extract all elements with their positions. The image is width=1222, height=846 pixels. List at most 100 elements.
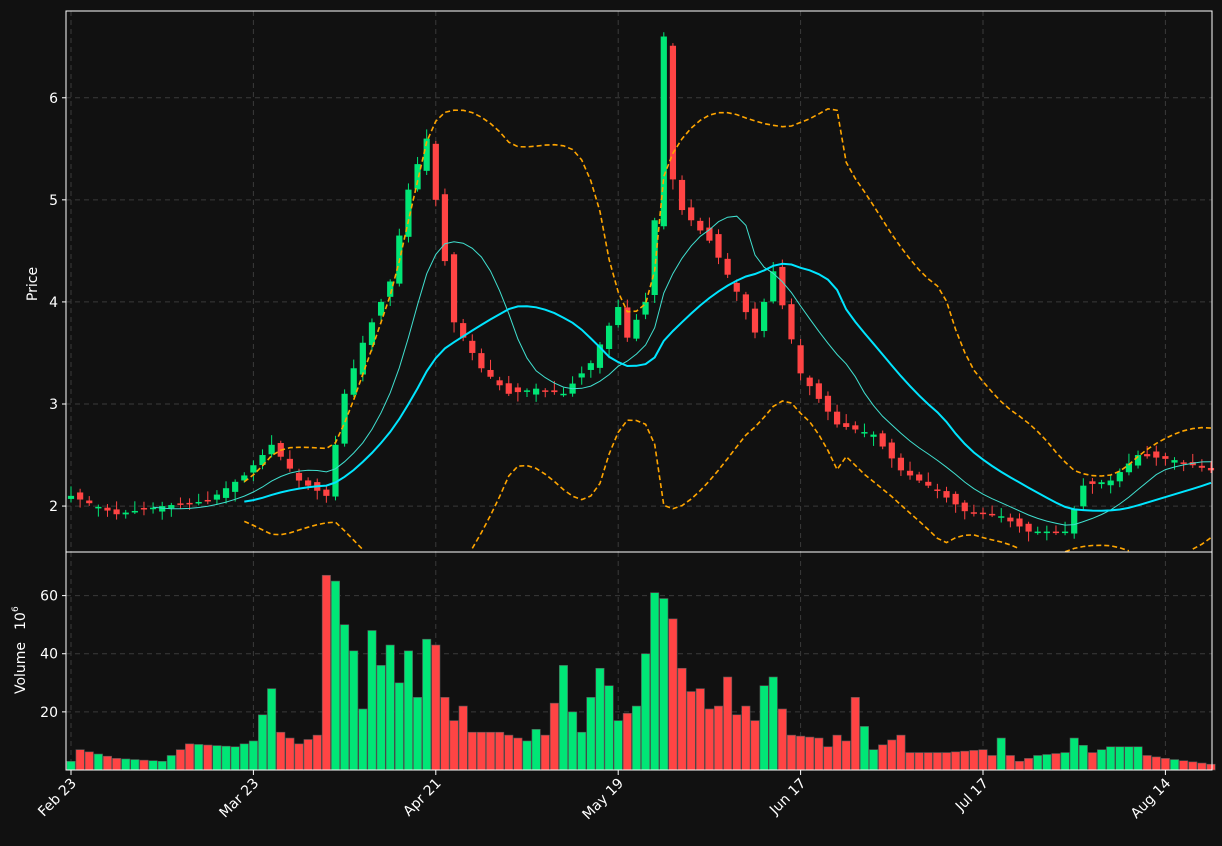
candle-body [122, 512, 129, 515]
candle-body [77, 492, 84, 500]
volume-bar [413, 697, 423, 771]
candle-body [897, 457, 905, 471]
volume-bar [677, 667, 687, 771]
volume-bar [604, 685, 614, 771]
volume-bar [905, 752, 915, 771]
candle-body [943, 491, 950, 498]
candle-body [916, 474, 923, 481]
volume-bar [522, 740, 532, 771]
volume-bar [695, 688, 705, 771]
candle-body [195, 501, 202, 504]
volume-bar [622, 713, 632, 771]
volume-bar [531, 729, 541, 771]
volume-bar [631, 705, 641, 771]
volume-bar [112, 758, 122, 771]
candle-body [852, 425, 859, 430]
candle-body [715, 234, 722, 258]
volume-bar [1051, 753, 1061, 771]
volume-bar [66, 760, 76, 771]
volume-bar [367, 630, 377, 771]
candle-body [523, 390, 531, 392]
candle-body [496, 380, 503, 386]
candle-body [925, 481, 932, 486]
candle-body [232, 481, 239, 492]
volume-bar [1170, 759, 1180, 771]
candle-body [961, 502, 968, 512]
candle-body [952, 493, 959, 505]
candle-body [104, 507, 111, 511]
volume-bar [440, 697, 450, 771]
candle-body [505, 383, 512, 394]
candle-body [587, 363, 594, 370]
candle-body [1007, 517, 1014, 522]
volume-bar [586, 697, 596, 771]
candle-body [605, 325, 613, 349]
candle-body [779, 266, 786, 306]
volume-bar [1115, 746, 1125, 771]
candle-body [998, 516, 1005, 518]
volume-bar [358, 708, 368, 771]
volume-bar [996, 737, 1006, 771]
candle-body [305, 480, 312, 486]
volume-tick-label: 60 [40, 589, 58, 605]
candle-body [551, 390, 558, 393]
candle-body [387, 281, 394, 297]
volume-bar [595, 667, 605, 771]
volume-bar [349, 650, 359, 771]
candle-body [1153, 451, 1160, 458]
volume-bar [385, 644, 395, 771]
volume-bar [932, 752, 942, 771]
volume-bar [294, 743, 304, 771]
volume-bar [859, 726, 869, 771]
volume-bar [458, 705, 468, 771]
chart-canvas: 23456204060 Feb 23 Mar 23 Apr 21 May 19 Jun … [0, 0, 1222, 842]
volume-bar [960, 750, 970, 771]
volume-bar [613, 720, 623, 771]
volume-bar [832, 734, 842, 771]
candle-body [833, 411, 841, 425]
price-tick-label: 5 [49, 193, 58, 209]
candle-body [323, 489, 330, 496]
candle-body [797, 345, 804, 374]
candle-body [286, 458, 293, 469]
candle-body [788, 304, 795, 340]
volume-bar [641, 653, 651, 771]
volume-bar [1179, 760, 1189, 771]
candle-body [1198, 465, 1205, 468]
volume-bar [166, 755, 176, 771]
volume-bar [157, 760, 167, 771]
candle-body [1080, 485, 1087, 507]
price-tick-label: 4 [49, 295, 58, 311]
candle-body [350, 368, 357, 395]
candle-body [815, 383, 822, 399]
volume-bar [476, 731, 486, 771]
volume-bar [513, 737, 523, 771]
volume-bar [1206, 763, 1216, 771]
volume-bar [1024, 758, 1034, 771]
volume-bar [139, 759, 149, 771]
candle-body [560, 393, 567, 396]
candle-body [1016, 518, 1023, 527]
volume-bar [1197, 762, 1207, 771]
volume-bar [869, 749, 879, 771]
volume-bar [1060, 752, 1070, 771]
volume-bar [267, 688, 277, 771]
candle-body [414, 164, 421, 190]
volume-bar [504, 734, 514, 771]
volume-bar [203, 744, 213, 771]
volume-bar [185, 743, 195, 771]
candle-body [1034, 531, 1041, 534]
volume-bar [102, 755, 112, 771]
volume-bar [422, 638, 432, 771]
candle-body [742, 294, 749, 313]
candle-body [688, 207, 695, 221]
volume-bar [850, 697, 860, 771]
candle-body [113, 509, 120, 515]
candle-body [533, 388, 540, 395]
candle-body [615, 307, 622, 326]
volume-bar [467, 731, 477, 771]
volume-bar [796, 735, 806, 771]
volume-bar [923, 752, 933, 771]
volume-bar [714, 705, 724, 771]
volume-bar [668, 618, 678, 771]
